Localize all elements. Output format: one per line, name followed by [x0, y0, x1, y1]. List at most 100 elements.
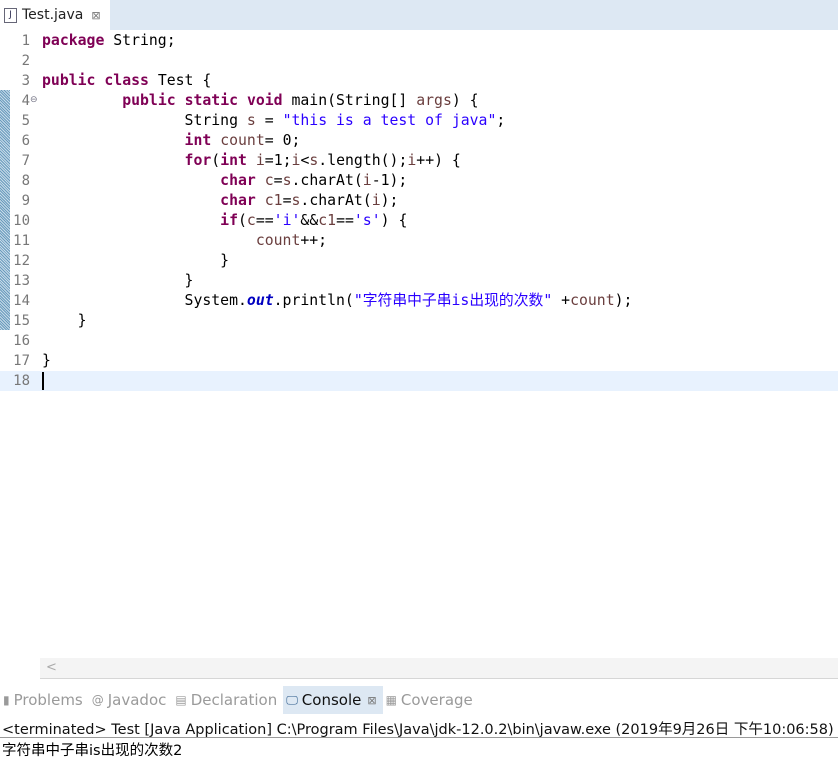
tab-declaration[interactable]: ▤ Declaration [172, 686, 283, 714]
fold-toggle-icon[interactable]: ⊖ [30, 95, 38, 105]
tab-problems[interactable]: ▮ Problems [0, 686, 89, 714]
keyword: if [220, 212, 238, 229]
code-token: String [42, 112, 247, 129]
code-token: System. [42, 292, 247, 309]
keyword: char [220, 192, 256, 209]
code-line[interactable]: 15 } [0, 311, 838, 331]
code-line[interactable]: 6 int count= 0; [0, 131, 838, 151]
code-line[interactable]: 14 System.out.println("字符串中子串is出现的次数" +c… [0, 291, 838, 311]
code-line[interactable]: 2 [0, 51, 838, 71]
code-line[interactable]: 13 } [0, 271, 838, 291]
code-line[interactable]: 10 if(c=='i'&&c1=='s') { [0, 211, 838, 231]
code-text: for(int i=1;i<s.length();i++) { [42, 151, 461, 171]
close-icon[interactable]: ⊠ [91, 9, 100, 22]
tab-label: Problems [13, 691, 83, 709]
tab-label: Coverage [400, 691, 473, 709]
code-line[interactable]: 16 [0, 331, 838, 351]
code-token: ); [614, 292, 633, 309]
variable: c1 [318, 212, 337, 229]
string-literal: "this is a test of java" [282, 112, 497, 129]
divider [0, 737, 838, 738]
code-text: System.out.println("字符串中子串is出现的次数" +coun… [42, 291, 633, 311]
string-literal: "字符串中子串is出现的次数" [353, 292, 553, 309]
string-literal: 's' [353, 212, 381, 229]
code-token: ( [211, 152, 221, 169]
code-token: .charAt( [291, 172, 363, 189]
close-icon[interactable]: ⊠ [367, 694, 376, 707]
keyword: for [184, 152, 212, 169]
code-line[interactable]: 11 count++; [0, 231, 838, 251]
line-number: 10 [13, 213, 30, 229]
tab-console[interactable]: 🖵 Console ⊠ [283, 686, 383, 714]
editor-tab-bar: J Test.java ⊠ [0, 0, 838, 30]
horizontal-scrollbar[interactable]: < [40, 658, 838, 679]
keyword: class [104, 72, 149, 89]
line-number: 11 [13, 233, 30, 249]
code-token: && [300, 212, 319, 229]
code-line[interactable]: 8 char c=s.charAt(i-1); [0, 171, 838, 191]
variable: c1 [264, 192, 283, 209]
code-line[interactable]: 5 String s = "this is a test of java"; [0, 111, 838, 131]
code-text: } [42, 271, 194, 291]
code-token: .charAt( [300, 192, 372, 209]
variable: i [255, 152, 265, 169]
line-number: 4 [21, 93, 30, 109]
declaration-icon: ▤ [175, 693, 187, 707]
code-line[interactable]: 12 } [0, 251, 838, 271]
javadoc-icon: @ [91, 693, 104, 707]
line-number: 12 [13, 253, 30, 269]
code-text: } [42, 351, 51, 371]
variable: c [264, 172, 274, 189]
code-token: ++) { [416, 152, 461, 169]
code-text: count++; [42, 231, 327, 251]
code-token: = [255, 112, 283, 129]
code-token: = 0; [264, 132, 301, 149]
variable: args [416, 92, 452, 109]
code-token: } [42, 312, 87, 329]
tab-test-java[interactable]: J Test.java ⊠ [0, 0, 110, 30]
line-number: 17 [13, 353, 30, 369]
static-field: out [246, 292, 274, 309]
line-number: 7 [21, 153, 30, 169]
code-text: char c1=s.charAt(i); [42, 191, 398, 211]
variable: s [309, 152, 319, 169]
code-line[interactable]: 17} [0, 351, 838, 371]
code-token: .length(); [318, 152, 408, 169]
keyword: static [184, 92, 239, 109]
line-number: 13 [13, 273, 30, 289]
variable: count [220, 132, 265, 149]
code-text: char c=s.charAt(i-1); [42, 171, 407, 191]
text-caret [42, 372, 44, 390]
code-line[interactable]: 7 for(int i=1;i<s.length();i++) { [0, 151, 838, 171]
line-number: 5 [21, 113, 30, 129]
code-text: if(c=='i'&&c1=='s') { [42, 211, 407, 231]
code-token: ) { [380, 212, 408, 229]
code-line[interactable]: 18 [0, 371, 838, 391]
code-line[interactable]: 9 char c1=s.charAt(i); [0, 191, 838, 211]
line-number: 16 [13, 333, 30, 349]
code-line[interactable]: 3 public class Test { [0, 71, 838, 91]
code-editor[interactable]: 1 package String; 2 3 public class Test {4 ⊖ … [0, 30, 838, 658]
scroll-left-icon[interactable]: < [46, 658, 57, 678]
code-text: public static void main(String[] args) { [42, 91, 478, 111]
code-line[interactable]: 4 ⊖ public static void main(String[] args… [0, 91, 838, 111]
code-text: package String; [42, 31, 176, 51]
line-number: 8 [21, 173, 30, 189]
tab-coverage[interactable]: ▦ Coverage [383, 686, 479, 714]
variable: i [362, 172, 372, 189]
code-line[interactable]: 1 package String; [0, 31, 838, 51]
variable: s [282, 172, 292, 189]
tab-javadoc[interactable]: @ Javadoc [89, 686, 173, 714]
code-token: ); [380, 192, 399, 209]
variable: s [246, 112, 256, 129]
code-token: String; [104, 32, 176, 49]
